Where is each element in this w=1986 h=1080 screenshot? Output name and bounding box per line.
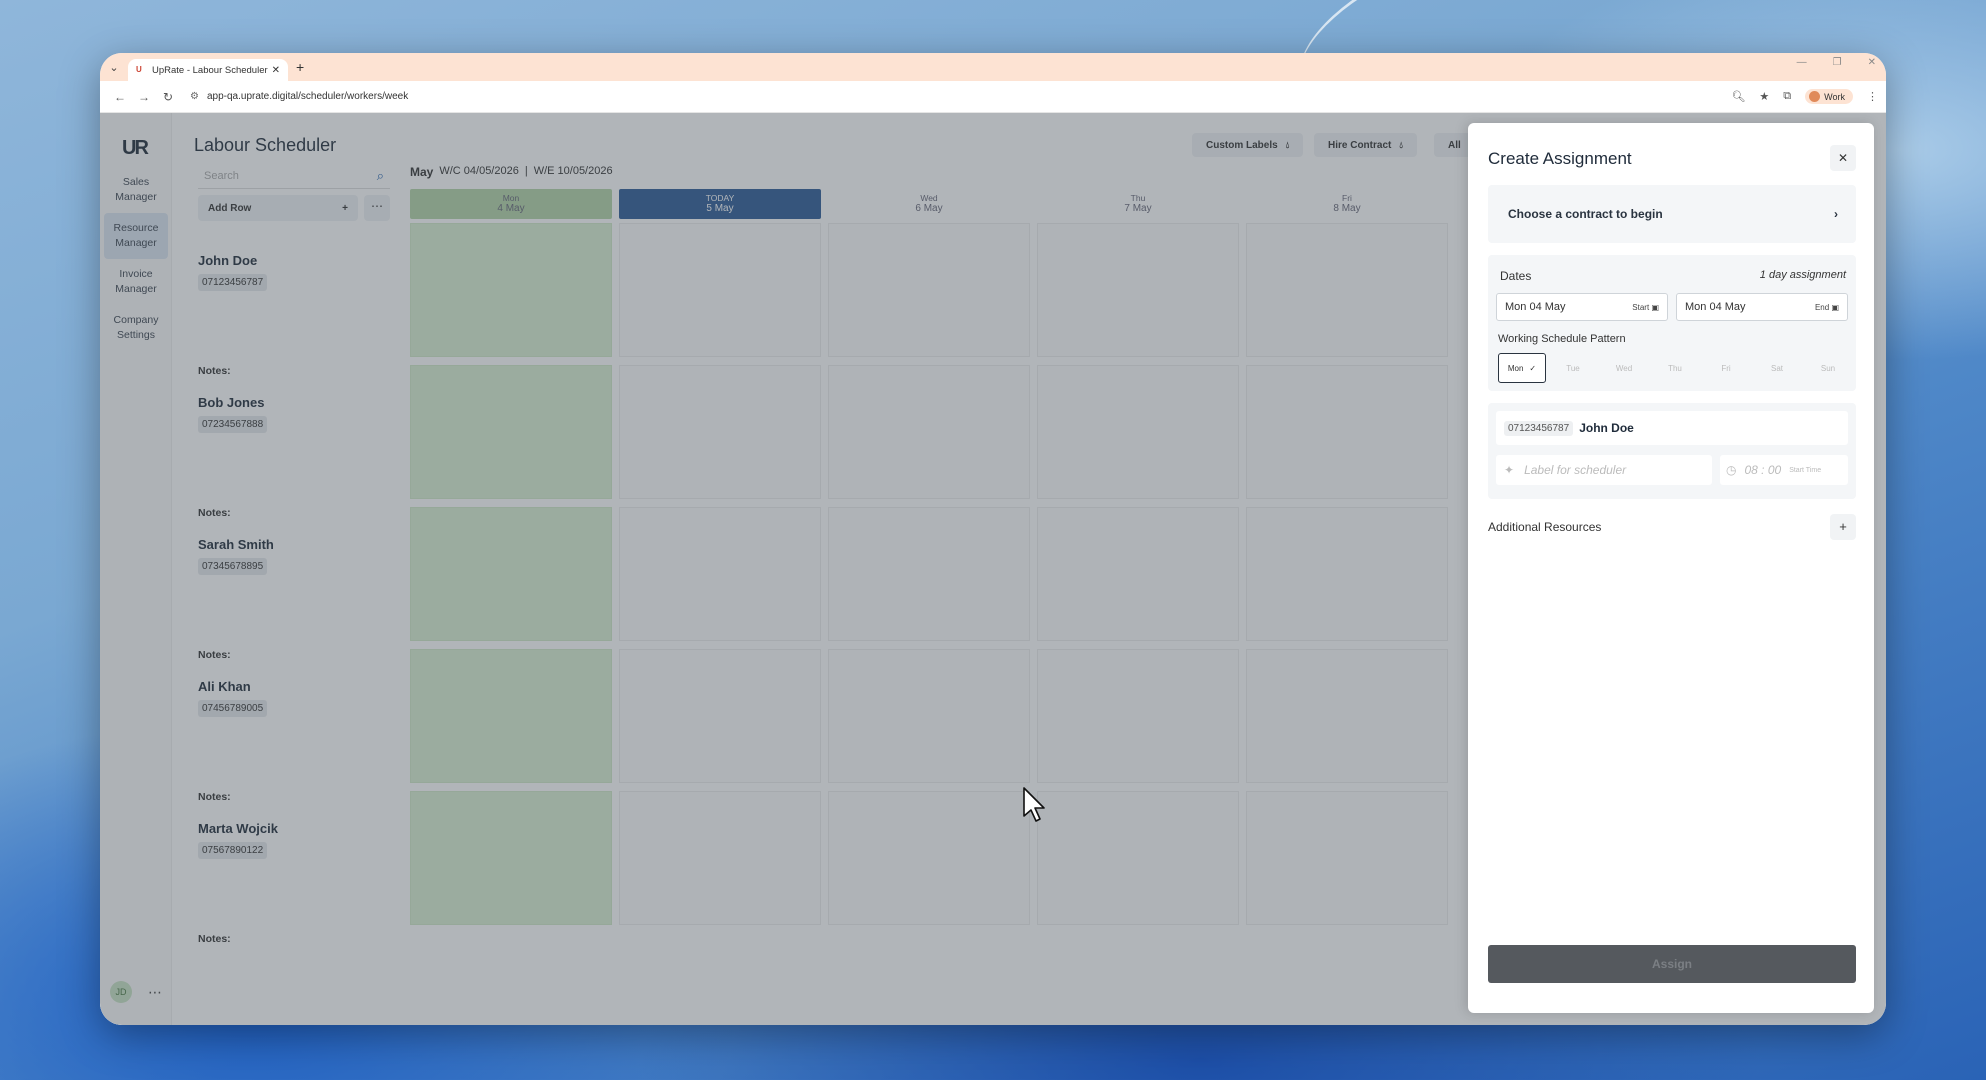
- profile-avatar-icon: [1809, 91, 1821, 102]
- additional-resources-label: Additional Resources: [1488, 520, 1602, 534]
- extensions-icon[interactable]: ⧉: [1783, 90, 1791, 103]
- browser-window: ⌄ U UpRate - Labour Scheduler ✕ + — ❐ ✕ …: [100, 53, 1886, 1025]
- tab-title: UpRate - Labour Scheduler: [152, 64, 268, 76]
- assigned-worker-section: 07123456787 John Doe ✦ Label for schedul…: [1488, 403, 1856, 499]
- assign-button[interactable]: Assign: [1488, 945, 1856, 983]
- create-assignment-panel: Create Assignment ✕ Choose a contract to…: [1468, 123, 1874, 1013]
- scheduler-label-placeholder: Label for scheduler: [1524, 463, 1627, 477]
- add-resource-icon[interactable]: +: [1830, 514, 1856, 540]
- url-text: app-qa.uprate.digital/scheduler/workers/…: [206, 91, 409, 102]
- start-time-input[interactable]: ◷ 08 : 00 Start Time: [1720, 455, 1848, 485]
- bookmark-star-icon[interactable]: ★: [1759, 90, 1769, 103]
- pattern-day-mon[interactable]: Mon ✓: [1498, 353, 1546, 383]
- start-time-tag: Start Time: [1789, 466, 1822, 474]
- pattern-day-sun[interactable]: Sun: [1804, 353, 1852, 383]
- pattern-day-fri[interactable]: Fri: [1702, 353, 1750, 383]
- restore-icon[interactable]: ❐: [1833, 57, 1842, 68]
- profile-button[interactable]: Work: [1805, 89, 1853, 104]
- calendar-icon: ▣: [1651, 302, 1659, 312]
- end-date-field[interactable]: Mon 04 May End ▣: [1676, 293, 1848, 321]
- tab-list-chevron-icon[interactable]: ⌄: [100, 61, 128, 74]
- start-tag: Start: [1632, 302, 1650, 312]
- window-close-icon[interactable]: ✕: [1868, 57, 1876, 68]
- site-info-icon[interactable]: ⚙: [190, 91, 199, 102]
- favicon-icon: U: [136, 65, 142, 74]
- clock-icon: ◷: [1726, 463, 1737, 477]
- contract-prompt: Choose a contract to begin: [1508, 207, 1663, 221]
- new-tab-icon[interactable]: +: [296, 59, 304, 75]
- browser-tab[interactable]: U UpRate - Labour Scheduler ✕: [128, 59, 288, 81]
- window-controls: — ❐ ✕: [1797, 57, 1876, 68]
- tab-bar: ⌄ U UpRate - Labour Scheduler ✕ + — ❐ ✕: [100, 53, 1886, 81]
- end-date-value: Mon 04 May: [1685, 301, 1746, 313]
- assigned-worker: 07123456787 John Doe: [1496, 411, 1848, 445]
- start-date-field[interactable]: Mon 04 May Start ▣: [1496, 293, 1668, 321]
- pattern-day-thu[interactable]: Thu: [1651, 353, 1699, 383]
- dates-label: Dates: [1500, 269, 1532, 283]
- start-date-value: Mon 04 May: [1505, 301, 1566, 313]
- assigned-worker-name: John Doe: [1579, 421, 1634, 435]
- reload-icon[interactable]: ↻: [156, 90, 180, 104]
- pattern-label: Working Schedule Pattern: [1498, 333, 1626, 345]
- address-bar: ← → ↻ ⚙ app-qa.uprate.digital/scheduler/…: [100, 81, 1886, 113]
- forward-icon[interactable]: →: [132, 90, 156, 104]
- assigned-worker-phone: 07123456787: [1504, 420, 1574, 436]
- assignment-duration: 1 day assignment: [1759, 269, 1846, 281]
- pattern-day-label: Mon: [1507, 363, 1524, 373]
- browser-menu-icon[interactable]: ⋮: [1867, 90, 1878, 103]
- pattern-day-tue[interactable]: Tue: [1549, 353, 1597, 383]
- pattern-days: Mon ✓ Tue Wed Thu Fri Sat Sun: [1498, 353, 1852, 383]
- url-field[interactable]: ⚙ app-qa.uprate.digital/scheduler/worker…: [190, 91, 408, 102]
- start-time-placeholder: 08 : 00: [1744, 463, 1782, 477]
- calendar-icon: ▣: [1831, 302, 1839, 312]
- tab-close-icon[interactable]: ✕: [272, 65, 280, 76]
- pin-icon: ✦: [1504, 463, 1515, 477]
- additional-resources: Additional Resources +: [1488, 513, 1856, 541]
- choose-contract-button[interactable]: Choose a contract to begin ›: [1488, 185, 1856, 243]
- pattern-day-wed[interactable]: Wed: [1600, 353, 1648, 383]
- scheduler-label-input[interactable]: ✦ Label for scheduler: [1496, 455, 1712, 485]
- mouse-cursor-icon: [1023, 787, 1045, 822]
- pattern-day-sat[interactable]: Sat: [1753, 353, 1801, 383]
- chevron-right-icon: ›: [1834, 207, 1838, 221]
- panel-title: Create Assignment: [1488, 149, 1632, 168]
- close-icon[interactable]: ✕: [1830, 145, 1856, 171]
- profile-label: Work: [1824, 91, 1845, 102]
- zoom-icon[interactable]: 🔍︎: [1731, 90, 1745, 103]
- back-icon[interactable]: ←: [108, 90, 132, 104]
- check-icon: ✓: [1529, 363, 1537, 373]
- end-tag: End: [1814, 302, 1830, 312]
- minimize-icon[interactable]: —: [1797, 57, 1807, 68]
- dates-section: Dates 1 day assignment Mon 04 May Start …: [1488, 255, 1856, 391]
